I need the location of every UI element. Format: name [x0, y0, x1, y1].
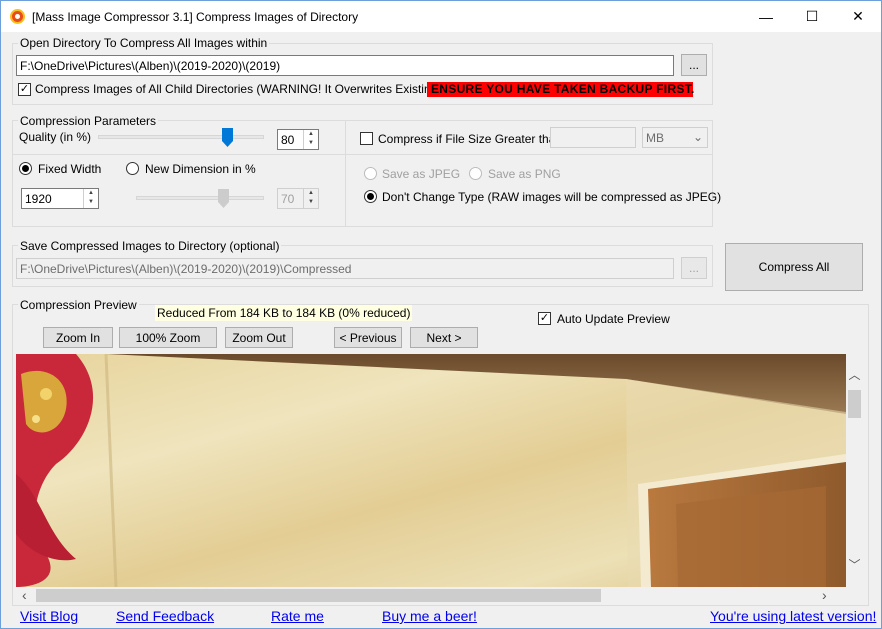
spin-up-icon[interactable]: ▲ — [304, 189, 318, 198]
scroll-down-icon[interactable]: ﹀ — [846, 556, 863, 573]
zoom-out-button[interactable]: Zoom Out — [225, 327, 293, 348]
file-size-unit-select[interactable]: MB ⌄ — [642, 127, 708, 148]
title-bar[interactable]: [Mass Image Compressor 3.1] Compress Ima… — [1, 1, 881, 32]
backup-warning: ENSURE YOU HAVE TAKEN BACKUP FIRST. — [427, 82, 694, 97]
rate-me-link[interactable]: Rate me — [271, 608, 324, 624]
spin-down-icon[interactable]: ▼ — [304, 198, 318, 207]
buy-beer-link[interactable]: Buy me a beer! — [382, 608, 477, 624]
file-size-unit-value: MB — [646, 131, 664, 145]
browse-open-directory-button[interactable]: ... — [681, 54, 707, 76]
save-as-jpeg-radio[interactable] — [364, 167, 377, 180]
fixed-width-radio[interactable] — [19, 162, 32, 175]
child-directories-label: Compress Images of All Child Directories… — [35, 82, 484, 96]
new-dimension-radio[interactable] — [126, 162, 139, 175]
scroll-right-icon[interactable]: › — [822, 587, 827, 603]
quality-spinner[interactable]: 80 ▲ ▼ — [277, 129, 319, 150]
child-directories-checkbox[interactable]: ✓ — [18, 83, 31, 96]
dimension-spinner[interactable]: 70 ▲ ▼ — [277, 188, 319, 209]
quality-slider-track[interactable] — [98, 135, 264, 139]
latest-version-link[interactable]: You're using latest version! — [710, 608, 876, 624]
preview-photo — [16, 354, 846, 587]
send-feedback-link[interactable]: Send Feedback — [116, 608, 214, 624]
minimize-button[interactable]: — — [743, 1, 789, 32]
keep-type-radio[interactable] — [364, 190, 377, 203]
compress-all-button[interactable]: Compress All — [725, 243, 863, 291]
open-directory-input[interactable]: F:\OneDrive\Pictures\(Alben)\(2019-2020)… — [16, 55, 674, 76]
quality-label: Quality (in %) — [19, 130, 92, 144]
save-directory-input[interactable]: F:\OneDrive\Pictures\(Alben)\(2019-2020)… — [16, 258, 674, 279]
divider — [345, 154, 713, 155]
preview-horizontal-scrollbar[interactable]: ‹ › — [16, 587, 846, 604]
spin-up-icon[interactable]: ▲ — [304, 130, 318, 139]
file-size-label: Compress if File Size Greater than — [378, 132, 563, 146]
browse-save-directory-button[interactable]: ... — [681, 257, 707, 279]
width-spinner[interactable]: 1920 ▲ ▼ — [21, 188, 99, 209]
window-title: [Mass Image Compressor 3.1] Compress Ima… — [32, 10, 359, 24]
dimension-value: 70 — [281, 192, 295, 206]
save-directory-group-label: Save Compressed Images to Directory (opt… — [18, 239, 282, 253]
divider — [12, 154, 346, 155]
scroll-up-icon[interactable]: ︿ — [846, 366, 863, 383]
dimension-slider-thumb[interactable] — [218, 189, 229, 208]
auto-update-label: Auto Update Preview — [557, 312, 670, 326]
spin-up-icon[interactable]: ▲ — [84, 189, 98, 198]
file-size-input[interactable] — [550, 127, 636, 148]
file-size-checkbox[interactable] — [360, 132, 373, 145]
auto-update-checkbox[interactable]: ✓ — [538, 312, 551, 325]
maximize-button[interactable]: ☐ — [789, 1, 835, 32]
spin-down-icon[interactable]: ▼ — [304, 139, 318, 148]
new-dimension-label: New Dimension in % — [145, 162, 256, 176]
save-as-png-radio[interactable] — [469, 167, 482, 180]
width-value: 1920 — [25, 192, 52, 206]
previous-button[interactable]: < Previous — [334, 327, 402, 348]
zoom-in-button[interactable]: Zoom In — [43, 327, 113, 348]
vertical-scroll-thumb[interactable] — [848, 390, 861, 418]
compression-parameters-label: Compression Parameters — [18, 114, 159, 128]
quality-value: 80 — [281, 133, 295, 147]
dimension-slider-track[interactable] — [136, 196, 264, 200]
compression-preview-label: Compression Preview — [18, 298, 139, 312]
app-logo-icon — [10, 9, 25, 24]
main-window: [Mass Image Compressor 3.1] Compress Ima… — [0, 0, 882, 629]
chevron-down-icon: ⌄ — [692, 130, 703, 144]
save-as-png-label: Save as PNG — [488, 167, 561, 181]
quality-slider-thumb[interactable] — [222, 128, 233, 147]
spin-down-icon[interactable]: ▼ — [84, 198, 98, 207]
fixed-width-label: Fixed Width — [38, 162, 102, 176]
visit-blog-link[interactable]: Visit Blog — [20, 608, 78, 624]
preview-vertical-scrollbar[interactable]: ︿ ﹀ — [846, 354, 863, 587]
preview-image — [16, 354, 846, 587]
zoom-100-button[interactable]: 100% Zoom — [119, 327, 217, 348]
scroll-left-icon[interactable]: ‹ — [22, 587, 27, 603]
keep-type-label: Don't Change Type (RAW images will be co… — [382, 190, 722, 204]
close-button[interactable]: ✕ — [835, 1, 881, 32]
save-as-jpeg-label: Save as JPEG — [382, 167, 461, 181]
open-directory-group-label: Open Directory To Compress All Images wi… — [18, 36, 270, 50]
horizontal-scroll-thumb[interactable] — [36, 589, 601, 602]
reduced-size-tooltip: Reduced From 184 KB to 184 KB (0% reduce… — [155, 305, 413, 321]
next-button[interactable]: Next > — [410, 327, 478, 348]
